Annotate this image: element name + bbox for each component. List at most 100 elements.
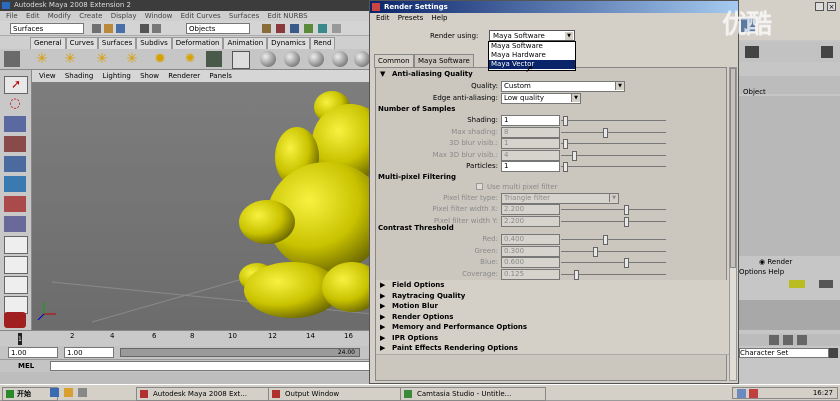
value-field[interactable]: 4 [501, 149, 560, 161]
playback-start-field[interactable]: 1.00 [64, 347, 114, 358]
new-scene-icon[interactable] [92, 24, 101, 33]
menu-edit-nurbs[interactable]: Edit NURBS [267, 12, 307, 20]
key-icon[interactable] [829, 348, 838, 358]
menu-surfaces[interactable]: Surfaces [229, 12, 259, 20]
play-icon[interactable] [769, 335, 779, 345]
select-tool-icon[interactable]: ➚ [4, 76, 28, 94]
end-icon[interactable] [797, 335, 807, 345]
panel-menu-renderer[interactable]: Renderer [168, 72, 200, 80]
task-output-window[interactable]: Output Window [268, 387, 414, 401]
menu-edit[interactable]: Edit [26, 12, 40, 20]
slider-handle[interactable] [624, 258, 629, 268]
value-field[interactable]: 0.400 [501, 234, 560, 245]
quality-dropdown[interactable]: Custom ▼ [501, 81, 625, 92]
range-bar-handle[interactable]: 24.00 [120, 348, 360, 357]
value-slider[interactable] [561, 246, 666, 257]
tray-app-icon[interactable] [749, 389, 758, 398]
menuset-dropdown[interactable]: Surfaces [10, 23, 84, 34]
layer-options-menu[interactable]: Options Help [739, 268, 784, 276]
value-slider[interactable] [561, 162, 666, 172]
time-slider[interactable]: 2 4 6 8 10 12 14 16 1 [0, 330, 372, 346]
snap-curve-icon[interactable] [276, 24, 285, 33]
render-view-icon[interactable] [745, 46, 759, 58]
step-forward-icon[interactable] [783, 335, 793, 345]
panel-menu-panels[interactable]: Panels [209, 72, 232, 80]
layout-icon[interactable] [4, 276, 28, 294]
value-field[interactable]: 1 [501, 115, 560, 126]
render-using-dropdown[interactable]: Maya Software ▼ [489, 30, 575, 41]
single-view-icon[interactable] [4, 236, 28, 254]
layer-icon[interactable] [819, 280, 833, 288]
render-settings-scrollbar[interactable] [729, 67, 737, 381]
sphere-icon[interactable] [308, 51, 324, 67]
menu-file[interactable]: File [6, 12, 18, 20]
value-field[interactable]: 1 [501, 138, 560, 149]
value-slider[interactable] [561, 235, 666, 245]
four-view-icon[interactable] [4, 256, 28, 274]
paint-select-icon[interactable] [4, 116, 26, 132]
task-maya[interactable]: Autodesk Maya 2008 Ext... [136, 387, 282, 401]
slider-handle[interactable] [563, 116, 569, 126]
network-icon[interactable] [737, 389, 746, 398]
value-field[interactable]: 2.200 [501, 204, 560, 215]
desktop-icon[interactable] [78, 388, 87, 397]
menu-display[interactable]: Display [111, 12, 137, 20]
paint-effects-icon[interactable] [232, 51, 250, 69]
rs-menu-help[interactable]: Help [432, 14, 448, 22]
value-field[interactable]: 1 [501, 161, 560, 172]
slider-handle[interactable] [603, 235, 608, 245]
arc-tool-icon[interactable]: ✳ [124, 51, 140, 67]
layer-icon[interactable] [789, 280, 805, 288]
value-slider[interactable] [561, 127, 666, 138]
panel-menu-show[interactable]: Show [140, 72, 159, 80]
snap-point-icon[interactable] [290, 24, 299, 33]
value-slider[interactable] [561, 205, 666, 215]
value-slider[interactable] [561, 150, 666, 161]
shelf-menu-icon[interactable] [4, 51, 20, 67]
slider-handle[interactable] [603, 127, 608, 138]
value-slider[interactable] [561, 116, 666, 126]
select-hierarchy-icon[interactable] [140, 24, 149, 33]
sphere-icon[interactable] [260, 51, 276, 67]
tab-maya-software[interactable]: Maya Software [414, 54, 474, 68]
menu-create[interactable]: Create [79, 12, 102, 20]
slider-handle[interactable] [563, 162, 569, 172]
value-slider[interactable] [561, 269, 666, 280]
menu-edit-curves[interactable]: Edit Curves [181, 12, 221, 20]
ipr-icon[interactable] [332, 24, 341, 33]
ie-icon[interactable] [50, 388, 59, 397]
option-maya-software[interactable]: Maya Software [489, 42, 575, 51]
character-set-field[interactable]: Character Set [739, 348, 829, 358]
edge-antialiasing-dropdown[interactable]: Low quality ▼ [501, 93, 581, 104]
panel-menu-lighting[interactable]: Lighting [103, 72, 131, 80]
slider-handle[interactable] [563, 139, 569, 149]
save-scene-icon[interactable] [116, 24, 125, 33]
pixel-filter-type-dropdown[interactable]: Triangle filter ▼ [501, 193, 619, 204]
folder-icon[interactable] [64, 388, 73, 397]
use-multipixel-checkbox[interactable] [476, 183, 483, 190]
slider-handle[interactable] [592, 246, 598, 257]
close-icon[interactable]: × [827, 2, 836, 11]
value-slider[interactable] [561, 139, 666, 149]
move-tool-icon[interactable] [4, 136, 26, 152]
restore-icon[interactable] [815, 2, 824, 11]
slider-handle[interactable] [571, 150, 577, 161]
value-slider[interactable] [561, 216, 666, 227]
value-field[interactable]: 0.300 [501, 245, 560, 257]
sphere-icon[interactable] [332, 51, 348, 67]
task-camtasia[interactable]: Camtasia Studio - Untitle... [400, 387, 546, 401]
rotate-tool-icon[interactable] [4, 156, 26, 172]
select-object-icon[interactable] [152, 24, 161, 33]
render-icon[interactable] [318, 24, 327, 33]
panel-menu-view[interactable]: View [39, 72, 56, 80]
menu-window[interactable]: Window [145, 12, 173, 20]
radio-icon[interactable]: ◉ [759, 258, 765, 266]
rs-menu-edit[interactable]: Edit [376, 14, 390, 22]
sun-light-icon[interactable]: ✹ [152, 51, 168, 67]
value-field[interactable]: 0.600 [501, 257, 560, 268]
perspective-viewport[interactable] [32, 82, 372, 330]
tab-common[interactable]: Common [374, 54, 414, 68]
rs-menu-presets[interactable]: Presets [398, 14, 423, 22]
history-icon[interactable] [304, 24, 313, 33]
script-editor-icon[interactable] [821, 46, 833, 58]
